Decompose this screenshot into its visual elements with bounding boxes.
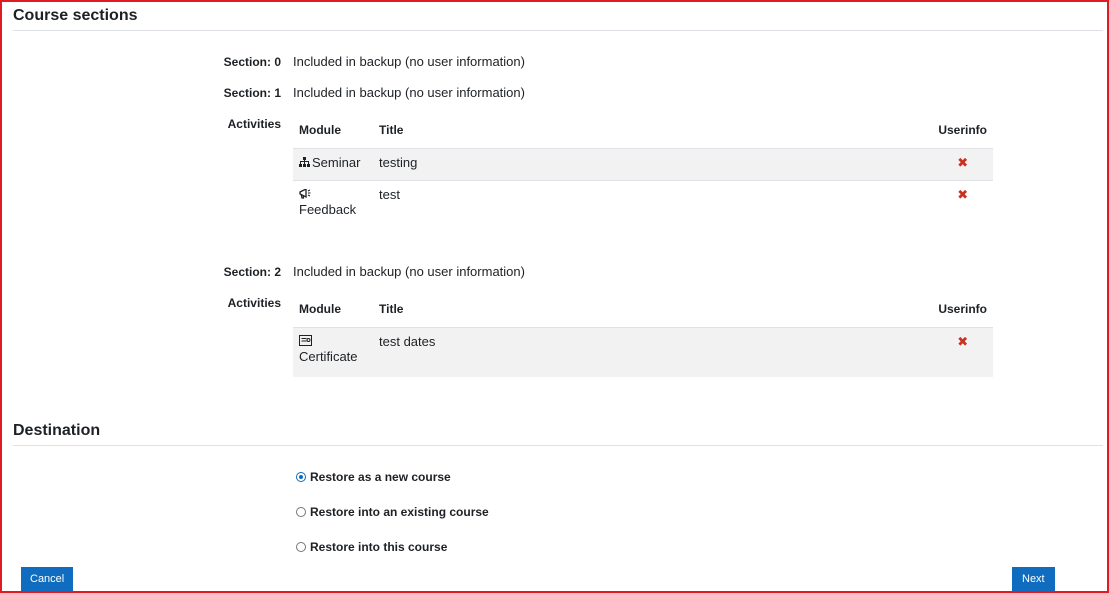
section-0-value: Included in backup (no user information) [293, 54, 525, 69]
module-name: Certificate [299, 348, 358, 364]
section-0-label: Section: 0 [223, 55, 281, 69]
section-2-activities-table: Module Title Userinfo Certificate test d… [293, 292, 993, 377]
module-column-header: Module [293, 113, 373, 149]
destination-heading: Destination [13, 422, 101, 439]
course-sections-heading: Course sections [13, 7, 138, 24]
cancel-button[interactable]: Cancel [21, 567, 74, 591]
option-label[interactable]: Restore as a new course [310, 470, 451, 484]
restore-existing-course-option[interactable]: Restore into an existing course [296, 505, 489, 519]
module-name: Seminar [312, 154, 361, 170]
divider [13, 445, 1103, 446]
table-row: Feedback test ✖ [293, 180, 993, 230]
table-row: Seminar testing ✖ [293, 148, 993, 181]
section-1-activities-label: Activities [227, 117, 281, 131]
section-2-value: Included in backup (no user information) [293, 264, 525, 279]
module-column-header: Module [293, 292, 373, 328]
option-label[interactable]: Restore into an existing course [310, 505, 489, 519]
restore-new-course-option[interactable]: Restore as a new course [296, 470, 451, 484]
title-column-header: Title [373, 292, 933, 328]
userinfo-excluded-icon: ✖ [957, 333, 969, 349]
activity-title: testing [373, 148, 933, 181]
userinfo-column-header: Userinfo [932, 113, 993, 149]
userinfo-column-header: Userinfo [932, 292, 993, 328]
next-button[interactable]: Next [1012, 567, 1055, 591]
radio-button[interactable] [296, 507, 306, 517]
radio-button[interactable] [296, 542, 306, 552]
module-name: Feedback [299, 201, 357, 217]
option-label[interactable]: Restore into this course [310, 540, 447, 554]
section-1-value: Included in backup (no user information) [293, 85, 525, 100]
userinfo-excluded-icon: ✖ [957, 186, 969, 202]
userinfo-excluded-icon: ✖ [957, 154, 969, 170]
section-1-activities-table: Module Title Userinfo Seminar testing ✖ … [293, 113, 993, 230]
divider [13, 30, 1103, 31]
title-column-header: Title [373, 113, 933, 149]
section-2-label: Section: 2 [223, 265, 281, 279]
certificate-icon [299, 334, 312, 349]
radio-button[interactable] [296, 472, 306, 482]
restore-this-course-option[interactable]: Restore into this course [296, 540, 447, 554]
table-row: Certificate test dates ✖ [293, 327, 993, 377]
feedback-icon [299, 187, 311, 202]
seminar-icon [299, 156, 310, 170]
section-1-label: Section: 1 [223, 86, 281, 100]
activity-title: test [379, 186, 400, 202]
section-2-activities-label: Activities [227, 296, 281, 310]
activity-title: test dates [373, 327, 933, 377]
